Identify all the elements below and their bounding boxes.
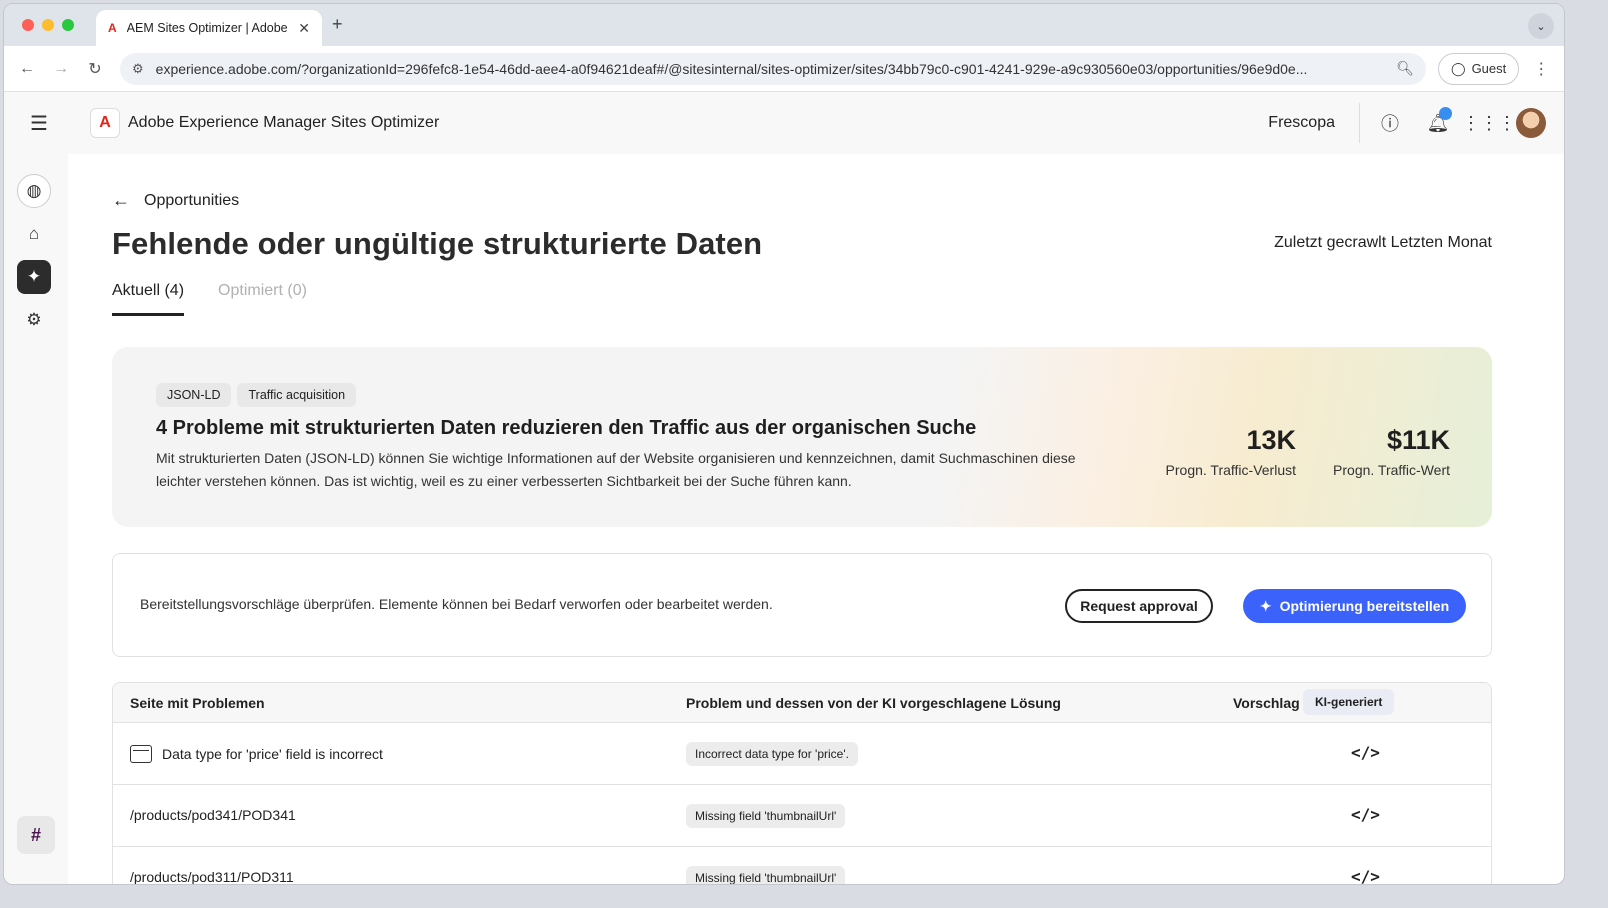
back-arrow-icon[interactable]: ← bbox=[10, 60, 44, 78]
home-icon[interactable]: ⌂ bbox=[17, 217, 51, 251]
table-row[interactable]: Data type for 'price' field is incorrect… bbox=[113, 723, 1491, 785]
code-icon[interactable]: </> bbox=[1351, 805, 1380, 824]
globe-icon[interactable]: ◍ bbox=[17, 174, 51, 208]
app-header: ☰ A Adobe Experience Manager Sites Optim… bbox=[4, 92, 1564, 154]
row-page: /products/pod341/POD341 bbox=[130, 807, 296, 823]
maximize-window-button[interactable] bbox=[62, 19, 74, 31]
tag-chip: Traffic acquisition bbox=[237, 383, 357, 407]
deploy-label: Optimierung bereitstellen bbox=[1279, 598, 1450, 614]
back-arrow-icon: ← bbox=[112, 190, 130, 210]
column-header-page: Seite mit Problemen bbox=[130, 695, 265, 711]
tab-search-chevron-icon[interactable]: ⌄ bbox=[1528, 13, 1554, 39]
stat-value: 13K bbox=[1246, 425, 1296, 455]
ai-generated-badge: KI-generiert bbox=[1303, 689, 1395, 715]
browser-menu-icon[interactable]: ⋮ bbox=[1533, 59, 1549, 79]
browser-tab-bar: A AEM Sites Optimizer | Adobe ✕ + ⌄ bbox=[4, 4, 1564, 46]
column-header-suggestion: Vorschlag bbox=[1233, 695, 1300, 711]
close-window-button[interactable] bbox=[22, 19, 34, 31]
left-nav-rail: ◍ ⌂ ✦ ⚙ # bbox=[4, 154, 68, 884]
code-icon[interactable]: </> bbox=[1351, 743, 1380, 762]
notification-badge bbox=[1439, 106, 1452, 120]
column-header-problem: Problem und dessen von der KI vorgeschla… bbox=[686, 695, 1061, 711]
table-header: Seite mit Problemen Problem und dessen v… bbox=[113, 683, 1491, 723]
traffic-value-stat: $11K Progn. Traffic-Wert bbox=[1333, 425, 1450, 478]
tab-current[interactable]: Aktuell (4) bbox=[112, 282, 185, 316]
browser-tab[interactable]: A AEM Sites Optimizer | Adobe ✕ bbox=[96, 10, 322, 46]
app-title: Adobe Experience Manager Sites Optimizer bbox=[128, 114, 440, 131]
code-icon[interactable]: </> bbox=[1351, 867, 1380, 884]
table-row[interactable]: /products/pod341/POD341 Missing field 't… bbox=[113, 785, 1491, 847]
settings-gear-icon[interactable]: ⚙ bbox=[17, 303, 51, 337]
reload-icon[interactable]: ↻ bbox=[78, 59, 112, 79]
opportunity-summary-card: JSON-LD Traffic acquisition 4 Probleme m… bbox=[112, 347, 1492, 527]
breadcrumb[interactable]: ← Opportunities bbox=[112, 190, 239, 211]
row-page: Data type for 'price' field is incorrect bbox=[162, 746, 383, 762]
table-row[interactable]: /products/pod311/POD311 Missing field 't… bbox=[113, 847, 1491, 885]
tag-list: JSON-LD Traffic acquisition bbox=[156, 383, 357, 407]
deploy-optimization-button[interactable]: ✦ Optimierung bereitstellen bbox=[1243, 589, 1466, 623]
sparkle-icon: ✦ bbox=[1259, 597, 1272, 614]
traffic-loss-stat: 13K Progn. Traffic-Verlust bbox=[1166, 425, 1296, 478]
data-type-icon bbox=[130, 745, 152, 763]
opportunities-sparkle-icon[interactable]: ✦ bbox=[17, 260, 51, 294]
profile-icon: ◯ bbox=[1451, 60, 1466, 76]
request-approval-button[interactable]: Request approval bbox=[1065, 589, 1213, 623]
problem-chip: Missing field 'thumbnailUrl' bbox=[686, 866, 846, 884]
browser-window: A AEM Sites Optimizer | Adobe ✕ + ⌄ ← → … bbox=[3, 3, 1565, 885]
adobe-logo-icon: A bbox=[90, 108, 120, 138]
new-tab-icon[interactable]: + bbox=[332, 14, 343, 35]
guest-label: Guest bbox=[1471, 61, 1507, 76]
tab-optimized[interactable]: Optimiert (0) bbox=[218, 282, 307, 316]
issues-table: Seite mit Problemen Problem und dessen v… bbox=[112, 682, 1492, 885]
help-icon[interactable]: ⓘ bbox=[1366, 110, 1414, 136]
address-bar: ← → ↻ ⚙ experience.adobe.com/?organizati… bbox=[4, 46, 1564, 92]
deployment-panel: Bereitstellungsvorschläge überprüfen. El… bbox=[112, 553, 1492, 657]
row-page: /products/pod311/POD311 bbox=[130, 869, 294, 885]
url-text: experience.adobe.com/?organizationId=296… bbox=[155, 60, 1308, 77]
page-title: Fehlende oder ungültige strukturierte Da… bbox=[112, 226, 763, 261]
tag-chip: JSON-LD bbox=[156, 383, 232, 407]
tab-title: AEM Sites Optimizer | Adobe bbox=[126, 21, 288, 35]
summary-description: Mit strukturierten Daten (JSON-LD) könne… bbox=[156, 450, 1076, 489]
url-field[interactable]: ⚙ experience.adobe.com/?organizationId=2… bbox=[120, 52, 1426, 85]
stat-label: Progn. Traffic-Verlust bbox=[1165, 462, 1296, 478]
tab-close-icon[interactable]: ✕ bbox=[298, 20, 310, 37]
summary-headline: 4 Probleme mit strukturierten Daten redu… bbox=[156, 417, 977, 439]
stat-value: $11K bbox=[1386, 425, 1450, 455]
hamburger-menu-icon[interactable]: ☰ bbox=[30, 111, 50, 136]
adobe-favicon-icon: A bbox=[108, 21, 117, 35]
main-content: ← Opportunities Fehlende oder ungültige … bbox=[70, 154, 1546, 885]
window-controls bbox=[4, 19, 96, 31]
org-switcher[interactable]: Frescopa bbox=[1268, 103, 1360, 143]
slack-icon[interactable]: # bbox=[17, 816, 55, 854]
apps-grid-icon[interactable]: ⋮⋮⋮ bbox=[1462, 113, 1516, 134]
stat-label: Progn. Traffic-Wert bbox=[1333, 462, 1450, 478]
bell-icon[interactable]: 🔔︎ bbox=[1414, 106, 1462, 134]
problem-chip: Missing field 'thumbnailUrl' bbox=[686, 804, 846, 828]
minimize-window-button[interactable] bbox=[42, 19, 54, 31]
zoom-icon[interactable]: 🔍︎ bbox=[1396, 60, 1414, 77]
forward-arrow-icon[interactable]: → bbox=[44, 60, 78, 78]
avatar[interactable] bbox=[1516, 108, 1546, 138]
deployment-message: Bereitstellungsvorschläge überprüfen. El… bbox=[140, 596, 773, 612]
breadcrumb-label: Opportunities bbox=[144, 191, 240, 209]
status-tabs: Aktuell (4) Optimiert (0) bbox=[112, 282, 307, 316]
last-crawled-text: Zuletzt gecrawlt Letzten Monat bbox=[1274, 234, 1492, 251]
problem-chip: Incorrect data type for 'price'. bbox=[686, 742, 858, 766]
site-settings-icon[interactable]: ⚙ bbox=[132, 61, 144, 77]
guest-profile-button[interactable]: ◯ Guest bbox=[1438, 52, 1520, 85]
